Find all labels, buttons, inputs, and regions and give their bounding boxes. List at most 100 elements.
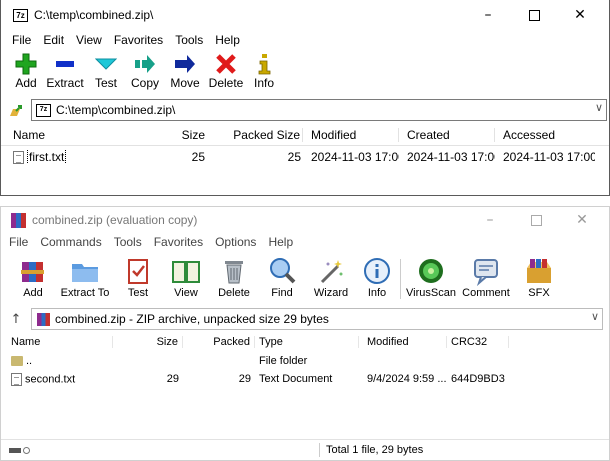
text-file-icon [11, 372, 22, 386]
col-modified[interactable]: Modified [303, 128, 399, 142]
info-button[interactable]: Info [247, 52, 281, 96]
plus-icon [14, 52, 38, 76]
maximize-button[interactable] [513, 207, 559, 233]
delete-button[interactable]: Delete [205, 52, 247, 96]
close-button[interactable]: ✕ [557, 0, 603, 30]
sfx-button[interactable]: SFX [514, 255, 564, 305]
close-button[interactable]: ✕ [559, 207, 605, 233]
col-crc32[interactable]: CRC32 [447, 336, 509, 348]
winrar-title-bar: combined.zip (evaluation copy) – ✕ [1, 207, 609, 233]
path-text: C:\temp\combined.zip\ [56, 103, 176, 117]
menu-bar: File Edit View Favorites Tools Help [1, 30, 609, 50]
path-field[interactable]: combined.zip - ZIP archive, unpacked siz… [31, 308, 603, 330]
file-modified-cell: 9/4/2024 9:59 ... [367, 373, 447, 385]
file-name-cell: .. [1, 355, 113, 367]
up-arrow-icon[interactable]: ↑ [1, 312, 31, 327]
menu-tools[interactable]: Tools [169, 33, 209, 47]
move-arrow-icon [173, 52, 197, 76]
extract-to-button[interactable]: Extract To [57, 255, 113, 305]
menu-help[interactable]: Help [209, 33, 246, 47]
folder-up-icon[interactable] [1, 102, 31, 118]
col-size[interactable]: Size [113, 336, 183, 348]
col-name[interactable]: Name [1, 336, 113, 348]
minimize-button[interactable]: – [467, 207, 513, 233]
maximize-button[interactable] [511, 0, 557, 30]
info-button[interactable]: Info [357, 255, 397, 305]
file-created-cell: 2024-11-03 17:00 [407, 150, 495, 164]
archive-icon: 7z [36, 103, 51, 117]
table-row[interactable]: .. File folder [1, 352, 609, 370]
drive-icon[interactable] [1, 446, 39, 454]
add-button[interactable]: Add [9, 52, 43, 96]
menu-options[interactable]: Options [209, 235, 262, 249]
table-row[interactable]: second.txt 29 29 Text Document 9/4/2024 … [1, 370, 609, 388]
path-dropdown-icon[interactable]: ∨ [591, 310, 599, 323]
7zip-window: 7z C:\temp\combined.zip\ – ✕ File Edit V… [0, 0, 610, 196]
column-header: Name Size Packed Type Modified CRC32 [1, 333, 609, 351]
comment-button[interactable]: Comment [458, 255, 514, 305]
address-bar: ↑ combined.zip - ZIP archive, unpacked s… [1, 308, 609, 330]
col-accessed[interactable]: Accessed [495, 128, 595, 142]
window-title: combined.zip (evaluation copy) [32, 213, 198, 227]
winrar-window: combined.zip (evaluation copy) – ✕ File … [0, 206, 610, 461]
menu-view[interactable]: View [70, 33, 108, 47]
wand-icon [315, 255, 347, 287]
copy-arrow-icon [133, 52, 157, 76]
file-name-cell: second.txt [1, 372, 113, 386]
file-modified-cell: 2024-11-03 17:00 [311, 150, 399, 164]
file-accessed-cell: 2024-11-03 17:00 [503, 150, 595, 164]
col-size[interactable]: Size [149, 128, 207, 142]
delete-x-icon [214, 52, 238, 76]
folder-icon [11, 356, 23, 367]
wizard-button[interactable]: Wizard [305, 255, 357, 305]
menu-help[interactable]: Help [262, 235, 299, 249]
magnifier-icon [266, 255, 298, 287]
info-circle-icon [361, 255, 393, 287]
col-name[interactable]: Name [1, 128, 149, 142]
column-header: Name Size Packed Size Modified Created A… [1, 125, 609, 146]
col-modified[interactable]: Modified [359, 336, 447, 348]
menu-favorites[interactable]: Favorites [148, 235, 209, 249]
minimize-button[interactable]: – [465, 0, 511, 30]
col-created[interactable]: Created [399, 128, 495, 142]
menu-favorites[interactable]: Favorites [108, 33, 169, 47]
table-row[interactable]: first.txt 25 25 2024-11-03 17:00 2024-11… [1, 147, 609, 167]
add-button[interactable]: Add [9, 255, 57, 305]
sfx-box-icon [523, 255, 555, 287]
test-button[interactable]: Test [87, 52, 125, 96]
7zip-app-icon: 7z [13, 8, 28, 22]
menu-file[interactable]: File [6, 33, 37, 47]
extract-button[interactable]: Extract [43, 52, 87, 96]
file-size-cell: 25 [191, 150, 205, 164]
file-type-cell: Text Document [259, 373, 333, 385]
toolbar-separator [400, 259, 401, 299]
col-packed[interactable]: Packed [183, 336, 255, 348]
file-packed-cell: 29 [238, 373, 251, 385]
status-bar: Total 1 file, 29 bytes [1, 439, 609, 460]
test-clipboard-icon [122, 255, 154, 287]
menu-commands[interactable]: Commands [34, 235, 107, 249]
info-icon [252, 52, 276, 76]
view-book-icon [170, 255, 202, 287]
view-button[interactable]: View [163, 255, 209, 305]
col-packed-size[interactable]: Packed Size [207, 128, 303, 142]
move-button[interactable]: Move [165, 52, 205, 96]
virusscan-button[interactable]: VirusScan [404, 255, 458, 305]
test-button[interactable]: Test [113, 255, 163, 305]
delete-button[interactable]: Delete [209, 255, 259, 305]
file-size-cell: 29 [166, 373, 179, 385]
file-type-cell: File folder [259, 355, 308, 367]
menu-edit[interactable]: Edit [37, 33, 70, 47]
file-packed-cell: 25 [287, 150, 301, 164]
7zip-title-bar: 7z C:\temp\combined.zip\ – ✕ [1, 0, 609, 30]
menu-file[interactable]: File [3, 235, 34, 249]
path-dropdown-icon[interactable]: ∨ [595, 101, 603, 114]
find-button[interactable]: Find [259, 255, 305, 305]
col-type[interactable]: Type [255, 336, 359, 348]
path-field[interactable]: 7z C:\temp\combined.zip\ ∨ [31, 99, 607, 121]
extract-folder-icon [69, 255, 101, 287]
trash-icon [218, 255, 250, 287]
menu-tools[interactable]: Tools [108, 235, 148, 249]
copy-button[interactable]: Copy [125, 52, 165, 96]
zip-archive-icon [37, 312, 50, 326]
